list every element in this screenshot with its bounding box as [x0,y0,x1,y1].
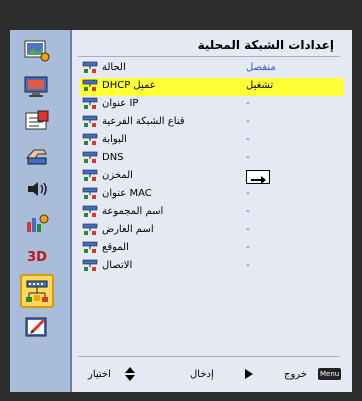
enter-arrow-icon[interactable] [246,170,270,184]
row-value: - [246,206,250,217]
network-row-icon [82,133,98,145]
row-value: منفصل [246,62,276,73]
row-contact[interactable]: الاتصال - [72,258,352,276]
lan-settings-panel: إعدادات الشبكة المحلية الحالة منفصل DHCP… [72,30,352,392]
row-value: - [246,152,250,163]
row-label: البوابة [102,134,127,145]
title-divider [78,56,340,57]
row-label: المخزن [102,170,133,181]
row-value: - [246,260,250,271]
menu-key-icon: Menu [318,368,342,380]
row-value: - [246,242,250,253]
volume-icon[interactable] [22,176,52,202]
network-row-icon [82,223,98,235]
row-value: - [246,98,250,109]
page-title: إعدادات الشبكة المحلية [197,38,334,52]
options-icon[interactable] [22,210,52,236]
row-location[interactable]: الموقع - [72,240,352,258]
row-label: DNS [102,152,124,163]
network-row-icon [82,205,98,217]
row-label: قناع الشبكة الفرعية [102,116,185,127]
row-value: تشغيل [246,80,274,91]
edit-icon[interactable] [22,314,52,340]
3d-icon[interactable]: 3D [22,244,52,270]
row-value: - [246,134,250,145]
network-row-icon [82,61,98,73]
row-group-name[interactable]: اسم المجموعة - [72,204,352,222]
options-hand-icon[interactable] [22,142,52,168]
settings-icon[interactable] [22,108,52,134]
row-label: عنوان MAC [102,188,152,199]
network-row-icon [82,151,98,163]
network-row-icon [82,115,98,127]
row-ip-address[interactable]: عنوان IP - [72,96,352,114]
exit-hint-label: خروج [284,369,307,380]
3d-icon-text: 3D [27,249,47,265]
footer-hints: اختيار إدخال خروج Menu [72,366,352,386]
row-dns[interactable]: DNS - [72,150,352,168]
row-label: اسم المجموعة [102,206,164,217]
osd-frame: 3D إعدادات الشبكة المحلية الحالة منفصل D… [0,0,362,401]
network-row-icon [82,241,98,253]
up-down-arrow-icon [124,366,136,385]
network-row-icon [82,187,98,199]
right-arrow-icon [244,368,254,383]
row-label: اسم العارض [102,224,154,235]
row-label: الموقع [102,242,129,253]
row-label: الحالة [102,62,126,73]
footer-divider [78,356,340,357]
sidebar: 3D [10,30,72,392]
row-dhcp-client[interactable]: DHCP عميل تشغيل [80,78,344,96]
row-subnet-mask[interactable]: قناع الشبكة الفرعية - [72,114,352,132]
row-value: - [246,188,250,199]
row-label: الاتصال [102,260,133,271]
enter-hint-label: إدخال [190,369,214,380]
row-status[interactable]: الحالة منفصل [72,60,352,78]
network-row-icon [82,79,98,91]
row-gateway[interactable]: البوابة - [72,132,352,150]
row-projector-name[interactable]: اسم العارض - [72,222,352,240]
row-label: DHCP عميل [102,80,156,91]
network-icon[interactable] [20,274,54,308]
row-value: - [246,116,250,127]
image-icon[interactable] [22,38,52,64]
row-store[interactable]: المخزن [72,168,352,186]
network-row-icon [82,169,98,181]
row-value: - [246,224,250,235]
network-row-icon [82,97,98,109]
row-mac-address[interactable]: عنوان MAC - [72,186,352,204]
row-label: عنوان IP [102,98,139,109]
display-icon[interactable] [22,74,52,100]
select-hint-label: اختيار [88,369,111,380]
network-row-icon [82,259,98,271]
